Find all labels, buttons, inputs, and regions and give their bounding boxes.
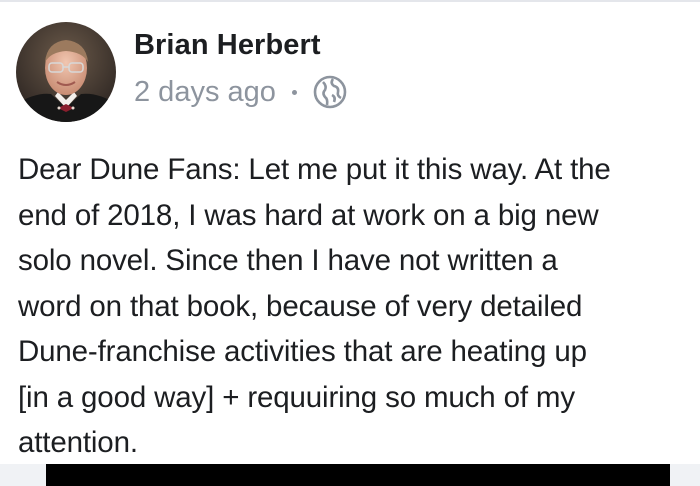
- attached-media[interactable]: [46, 464, 670, 486]
- post-meta: Brian Herbert 2 days ago: [134, 22, 347, 112]
- post-subline: 2 days ago: [134, 72, 347, 112]
- globe-icon[interactable]: [313, 75, 347, 109]
- top-divider: [0, 0, 700, 2]
- post-card: Brian Herbert 2 days ago Dear Dune Fans:…: [0, 0, 700, 486]
- post-timestamp[interactable]: 2 days ago: [134, 75, 276, 109]
- avatar-image: [16, 22, 116, 122]
- separator-dot: [291, 89, 297, 95]
- author-name[interactable]: Brian Herbert: [134, 28, 347, 62]
- post-body-text: Dear Dune Fans: Let me put it this way. …: [18, 153, 611, 459]
- avatar[interactable]: [16, 22, 116, 122]
- post-header: Brian Herbert 2 days ago: [16, 22, 347, 124]
